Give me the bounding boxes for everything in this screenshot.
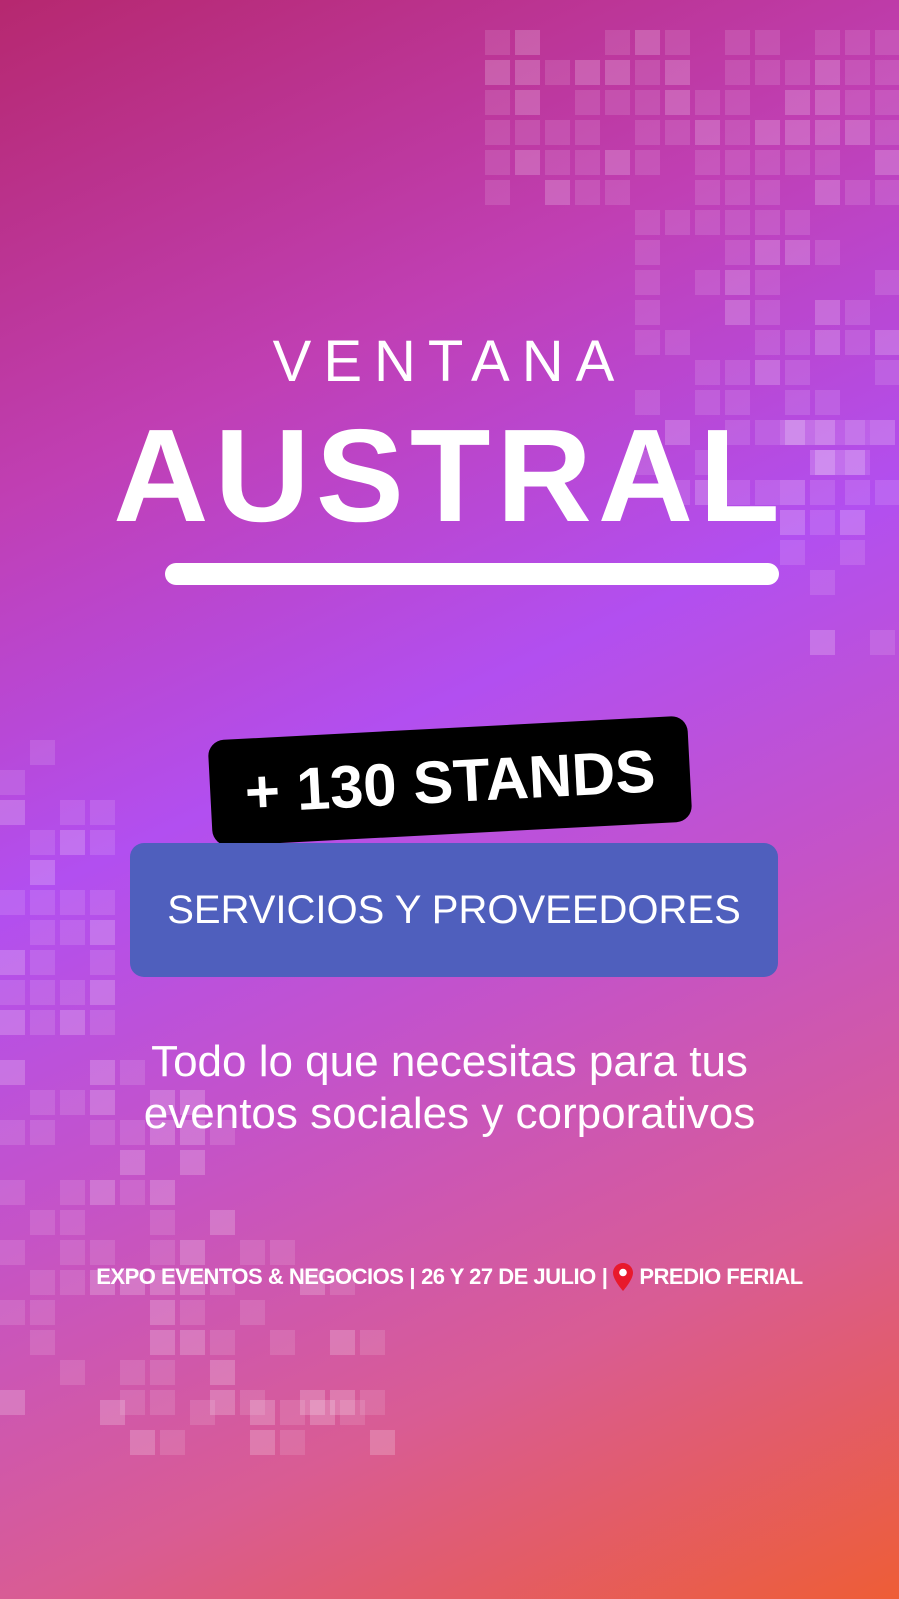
event-dates: 26 Y 27 DE JULIO <box>421 1264 596 1289</box>
stands-badge-text: + 130 STANDS <box>243 736 657 826</box>
tagline-line-2: eventos sociales y corporativos <box>143 1089 756 1138</box>
location-pin-icon <box>613 1263 634 1291</box>
separator: | <box>409 1264 416 1289</box>
services-banner-text: SERVICIOS Y PROVEEDORES <box>167 887 741 932</box>
event-name: EXPO EVENTOS & NEGOCIOS <box>96 1264 404 1289</box>
services-banner: SERVICIOS Y PROVEEDORES <box>130 843 778 977</box>
separator: | <box>601 1264 608 1289</box>
tagline-line-1: Todo lo que necesitas para tus <box>151 1037 748 1086</box>
tagline: Todo lo que necesitas para tus eventos s… <box>0 1036 899 1140</box>
event-info-footer: EXPO EVENTOS & NEGOCIOS | 26 Y 27 DE JUL… <box>0 1263 899 1291</box>
brand-line-ventana: VENTANA <box>272 329 627 394</box>
brand-line-austral: AUSTRAL <box>113 402 786 549</box>
brand-underline <box>165 563 779 585</box>
event-venue: PREDIO FERIAL <box>639 1264 803 1289</box>
